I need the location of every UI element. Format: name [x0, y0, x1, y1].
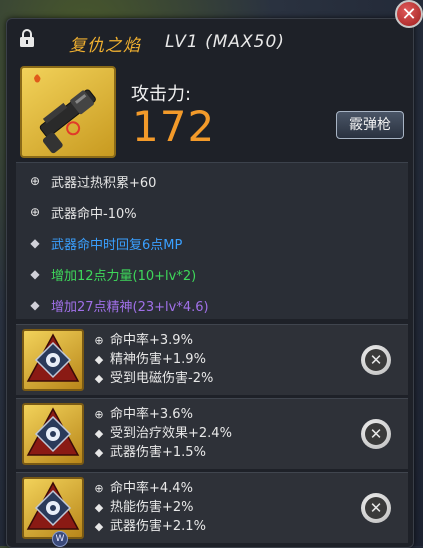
weapon-type-badge: 霰弹枪: [336, 111, 404, 139]
gem-icon[interactable]: [22, 477, 84, 539]
close-icon: ✕: [365, 349, 387, 371]
gem-stat-line: ◆ 受到电磁伤害-2%: [92, 369, 214, 388]
gem-stat-text: 命中率+4.4%: [110, 481, 193, 496]
stat-text: 增加27点精神(23+lv*4.6): [51, 299, 209, 315]
w-badge: W: [52, 531, 68, 547]
diamond-icon: ◆: [30, 298, 40, 312]
gem-stat-text: 受到电磁伤害-2%: [110, 371, 214, 386]
close-button[interactable]: ✕: [395, 0, 423, 28]
diamond-icon: ◆: [94, 520, 104, 533]
stats-list: ⊕ 武器过热积累+60 ⊕ 武器命中-10% ◆ 武器命中时回复6点MP ◆ 增…: [16, 162, 408, 319]
stat-text: 武器过热积累+60: [51, 175, 157, 191]
gem-icon[interactable]: [22, 329, 84, 391]
remove-gem-button[interactable]: ✕: [361, 345, 391, 375]
remove-gem-button[interactable]: ✕: [361, 419, 391, 449]
target-icon: ⊕: [29, 174, 41, 188]
target-icon: ⊕: [94, 408, 104, 421]
gem-stat-line: ◆ 精神伤害+1.9%: [92, 350, 213, 369]
stat-row: ◆ 增加27点精神(23+lv*4.6): [28, 295, 209, 315]
gem-stat-line: ⊕ 命中率+4.4%: [92, 479, 206, 498]
gem-stat-text: 精神伤害+1.9%: [110, 352, 206, 367]
gem-stat-line: ◆ 武器伤害+1.5%: [92, 443, 232, 462]
target-icon: ⊕: [29, 205, 41, 219]
gem-stat-text: 武器伤害+2.1%: [110, 519, 206, 534]
gem-slot: ⊕ 命中率+3.9% ◆ 精神伤害+1.9% ◆ 受到电磁伤害-2% ✕: [16, 324, 408, 395]
gem-stats: ⊕ 命中率+3.6% ◆ 受到治疗效果+2.4% ◆ 武器伤害+1.5%: [92, 405, 232, 462]
gem-stat-text: 命中率+3.9%: [110, 333, 193, 348]
gem-icon[interactable]: [22, 403, 84, 465]
stat-row: ◆ 武器命中时回复6点MP: [28, 233, 182, 253]
target-icon: ⊕: [94, 334, 104, 347]
gem-stat-line: ⊕ 命中率+3.6%: [92, 405, 232, 424]
gem-stat-text: 受到治疗效果+2.4%: [110, 426, 232, 441]
stat-text: 增加12点力量(10+lv*2): [51, 268, 197, 284]
emblem-icon: [26, 333, 80, 382]
gem-stat-line: ◆ 热能伤害+2%: [92, 498, 206, 517]
stat-row: ⊕ 武器过热积累+60: [28, 171, 156, 191]
target-icon: ⊕: [94, 482, 104, 495]
diamond-icon: ◆: [94, 353, 104, 366]
gem-stats: ⊕ 命中率+3.9% ◆ 精神伤害+1.9% ◆ 受到电磁伤害-2%: [92, 331, 213, 388]
gem-stat-text: 武器伤害+1.5%: [110, 445, 206, 460]
weapon-level: LV1 (MAX50): [165, 32, 285, 52]
diamond-icon: ◆: [30, 267, 40, 281]
gem-slot: ⊕ 命中率+3.6% ◆ 受到治疗效果+2.4% ◆ 武器伤害+1.5% ✕: [16, 398, 408, 469]
weapon-icon: [20, 66, 116, 158]
close-icon: ✕: [365, 423, 387, 445]
diamond-icon: ◆: [94, 427, 104, 440]
diamond-icon: ◆: [30, 236, 40, 250]
diamond-icon: ◆: [94, 501, 104, 514]
weapon-name: 复仇之焰: [69, 36, 141, 56]
gem-slot: ⊕ 命中率+4.4% ◆ 热能伤害+2% ◆ 武器伤害+2.1% ✕: [16, 472, 408, 543]
gem-stat-line: ⊕ 命中率+3.9%: [92, 331, 213, 350]
lock-icon[interactable]: [19, 28, 35, 48]
panel-header: 复仇之焰 LV1 (MAX50): [7, 19, 413, 57]
diamond-icon: ◆: [94, 446, 104, 459]
stat-row: ⊕ 武器命中-10%: [28, 202, 137, 222]
gem-stat-text: 命中率+3.6%: [110, 407, 193, 422]
gem-stat-line: ◆ 武器伤害+2.1%: [92, 517, 206, 536]
gem-stat-line: ◆ 受到治疗效果+2.4%: [92, 424, 232, 443]
stat-text: 武器命中-10%: [51, 206, 137, 222]
shotgun-icon: [34, 74, 96, 154]
diamond-icon: ◆: [94, 372, 104, 385]
attack-value: 172: [132, 102, 216, 151]
emblem-icon: [26, 407, 80, 456]
close-icon: ✕: [365, 497, 387, 519]
emblem-icon: [26, 481, 80, 530]
stat-text: 武器命中时回复6点MP: [51, 237, 183, 253]
gem-stats: ⊕ 命中率+4.4% ◆ 热能伤害+2% ◆ 武器伤害+2.1%: [92, 479, 206, 536]
remove-gem-button[interactable]: ✕: [361, 493, 391, 523]
close-icon: ✕: [401, 3, 417, 25]
gem-stat-text: 热能伤害+2%: [110, 500, 194, 515]
stat-row: ◆ 增加12点力量(10+lv*2): [28, 264, 196, 284]
